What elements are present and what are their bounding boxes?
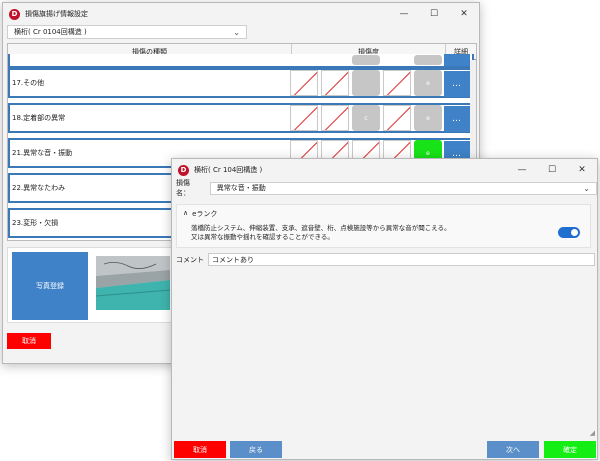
maximize-icon[interactable]: ☐ bbox=[537, 159, 567, 181]
damage-name-value: 異常な音・振動 bbox=[216, 184, 266, 192]
detail-button[interactable]: … bbox=[444, 71, 470, 97]
dialog-cancel-button[interactable]: 取消 bbox=[174, 441, 226, 458]
dialog-title: 横桁( Cr 104回構造 ) bbox=[194, 166, 263, 174]
dialog-titlebar: D 横桁( Cr 104回構造 ) — ☐ ✕ bbox=[172, 159, 597, 181]
rank-panel-header[interactable]: ∧ eランク bbox=[183, 209, 217, 219]
app-logo-icon: D bbox=[178, 164, 189, 176]
detail-button[interactable]: … bbox=[444, 106, 470, 132]
damage-name-select[interactable]: 異常な音・振動 ⌄ bbox=[209, 181, 597, 195]
damage-name-label: 損傷名： bbox=[176, 179, 190, 197]
grade-cell-a[interactable] bbox=[290, 70, 318, 96]
app-logo-icon: D bbox=[9, 8, 20, 20]
minimize-icon[interactable]: — bbox=[389, 3, 419, 25]
back-button[interactable]: 戻る bbox=[230, 441, 282, 458]
damage-name-row: 損傷名： 異常な音・振動 ⌄ bbox=[172, 179, 597, 197]
close-icon[interactable]: ✕ bbox=[567, 159, 597, 181]
grade-cell-d[interactable] bbox=[383, 70, 411, 96]
resize-grip-icon[interactable]: ◢ bbox=[590, 429, 595, 437]
rank-description: 落橋防止システム、伸縮装置、支承、遮音壁、桁、点検施設等から異常な音が聞こえる。… bbox=[191, 224, 451, 242]
row-label: 21.異常な音・振動 bbox=[12, 149, 73, 157]
rank-heading: eランク bbox=[192, 210, 218, 218]
table-row bbox=[8, 54, 474, 68]
rank-description-line: 又は異常な振動や揺れを確認することができる。 bbox=[191, 233, 334, 241]
damage-photo[interactable] bbox=[96, 256, 170, 310]
maximize-icon[interactable]: ☐ bbox=[419, 3, 449, 25]
grade-cell-b[interactable] bbox=[321, 70, 349, 96]
row-label: 17.その他 bbox=[12, 79, 45, 87]
comment-label: コメント bbox=[176, 255, 204, 264]
rank-panel: ∧ eランク 落橋防止システム、伸縮装置、支承、遮音壁、桁、点検施設等から異常な… bbox=[176, 204, 591, 248]
cancel-button[interactable]: 取消 bbox=[7, 333, 51, 349]
comment-input[interactable]: コメントあり bbox=[208, 253, 595, 266]
close-icon[interactable]: ✕ bbox=[449, 3, 479, 25]
next-button[interactable]: 次へ bbox=[487, 441, 539, 458]
rank-toggle[interactable] bbox=[558, 227, 580, 238]
grade-cell-e[interactable]: e bbox=[414, 70, 442, 96]
table-row: 17.その他 e … bbox=[8, 68, 474, 98]
grade-cell-e[interactable]: e bbox=[414, 105, 442, 131]
grade-cell-c[interactable] bbox=[352, 70, 380, 96]
grade-cell-b[interactable] bbox=[321, 105, 349, 131]
grade-cell-c[interactable]: c bbox=[352, 105, 380, 131]
damage-dialog: D 横桁( Cr 104回構造 ) — ☐ ✕ 損傷名： 異常な音・振動 ⌄ ∧… bbox=[171, 158, 598, 460]
chevron-down-icon: ⌄ bbox=[583, 183, 590, 193]
main-window-title: 損傷旗揚げ情報設定 bbox=[25, 10, 88, 18]
chevron-up-icon[interactable]: ∧ bbox=[183, 209, 188, 219]
table-row: 18.定着部の異常 c e … bbox=[8, 103, 474, 133]
chevron-down-icon: ⌄ bbox=[233, 27, 240, 37]
member-select[interactable]: 横桁( Cr 0104回構造 ) ⌄ bbox=[7, 25, 247, 39]
minimize-icon[interactable]: — bbox=[507, 159, 537, 181]
confirm-button[interactable]: 確定 bbox=[544, 441, 596, 458]
row-label: 18.定着部の異常 bbox=[12, 114, 66, 122]
rank-description-line: 落橋防止システム、伸縮装置、支承、遮音壁、桁、点検施設等から異常な音が聞こえる。 bbox=[191, 224, 451, 232]
photo-register-button[interactable]: 写真登録 bbox=[12, 252, 88, 320]
grade-cell-a[interactable] bbox=[290, 105, 318, 131]
comment-row: コメント コメントあり bbox=[176, 253, 595, 266]
main-titlebar: D 損傷旗揚げ情報設定 — ☐ ✕ bbox=[3, 3, 479, 25]
member-select-value: 横桁( Cr 0104回構造 ) bbox=[14, 28, 87, 36]
grade-cell-d[interactable] bbox=[383, 105, 411, 131]
